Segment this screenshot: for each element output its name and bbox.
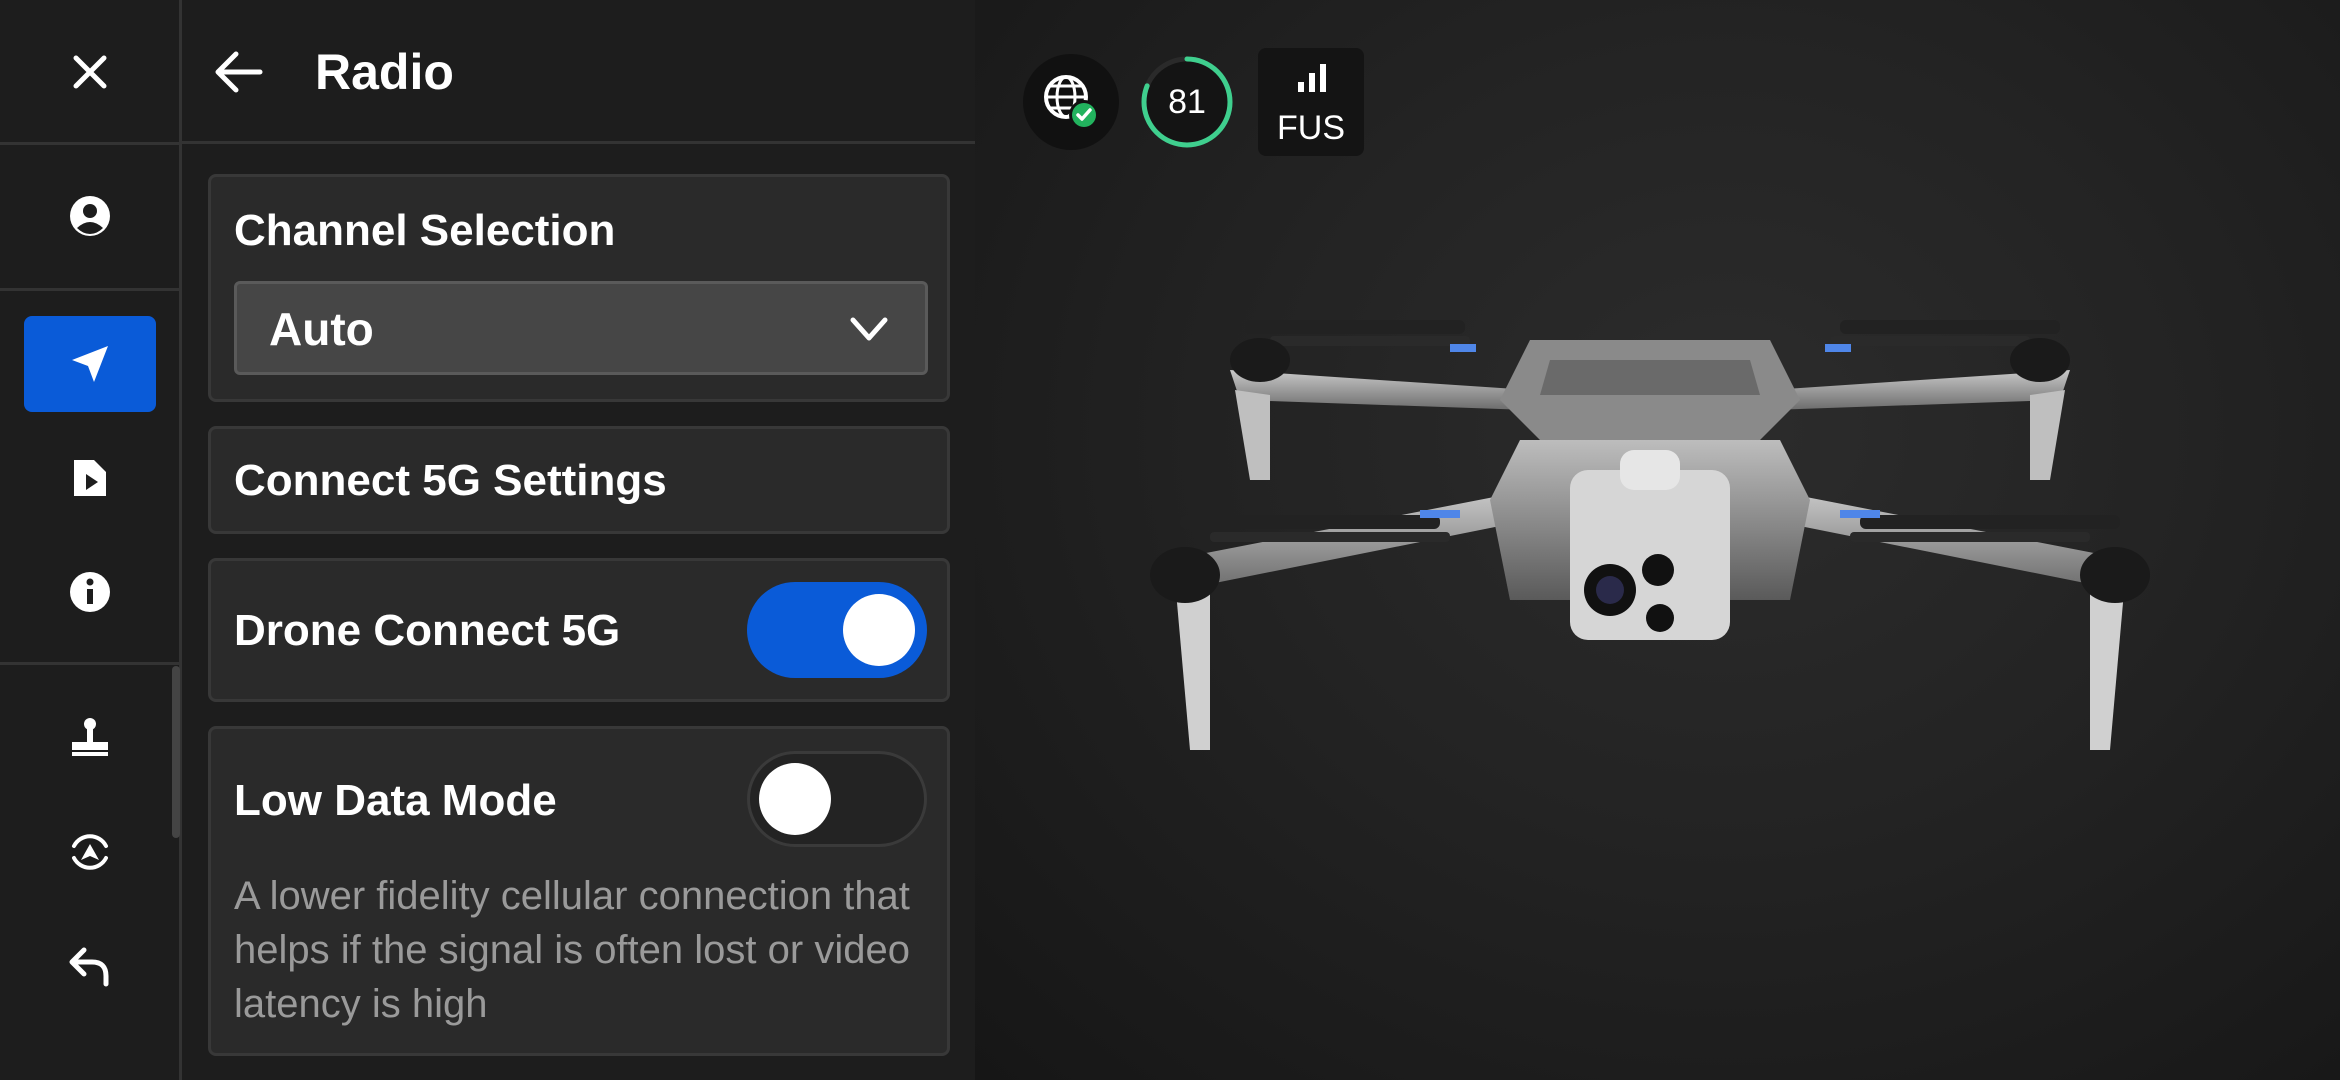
drone-orbit-icon <box>72 834 108 870</box>
close-icon <box>73 55 107 89</box>
signal-label: FUS <box>1277 109 1345 147</box>
signal-indicator[interactable]: FUS <box>1258 48 1364 156</box>
navigation-button[interactable] <box>24 316 156 412</box>
drone-connect-5g-label: Drone Connect 5G <box>234 606 621 655</box>
low-data-mode-card: Low Data Mode A lower fidelity cellular … <box>208 726 950 1056</box>
chevron-down-icon <box>850 317 888 341</box>
radio-settings-panel: Radio Channel Selection Auto Connect 5G … <box>182 0 975 1080</box>
drone-image <box>1150 320 2150 750</box>
low-data-mode-description: A lower fidelity cellular connection tha… <box>234 874 910 1026</box>
navigation-arrow-icon <box>72 346 108 382</box>
info-button[interactable] <box>24 544 156 640</box>
battery-indicator[interactable]: 81 <box>1139 54 1235 150</box>
rail-divider <box>0 288 179 291</box>
rail-scrollbar[interactable] <box>172 666 180 838</box>
drone-connect-5g-toggle[interactable] <box>747 582 927 678</box>
rail-divider <box>0 142 179 145</box>
connectivity-status[interactable] <box>1023 54 1119 150</box>
low-data-mode-toggle[interactable] <box>747 751 927 847</box>
connect-5g-settings-button[interactable]: Connect 5G Settings <box>208 426 950 534</box>
toggle-knob <box>843 594 915 666</box>
drone-connect-5g-card: Drone Connect 5G <box>208 558 950 702</box>
media-files-icon <box>74 460 106 496</box>
panel-header: Radio <box>182 0 975 144</box>
side-rail <box>0 0 182 1080</box>
rail-divider <box>0 662 179 665</box>
close-button[interactable] <box>24 24 156 120</box>
connect-5g-settings-label: Connect 5G Settings <box>234 456 667 505</box>
channel-selection-card: Channel Selection Auto <box>208 174 950 402</box>
low-data-mode-label: Low Data Mode <box>234 776 557 825</box>
info-icon <box>70 572 110 612</box>
orbit-button[interactable] <box>24 804 156 900</box>
channel-selection-dropdown[interactable]: Auto <box>234 281 928 375</box>
controller-button[interactable] <box>24 690 156 786</box>
battery-percentage: 81 <box>1168 82 1206 121</box>
media-button[interactable] <box>24 430 156 526</box>
account-button[interactable] <box>24 168 156 264</box>
back-button[interactable] <box>202 36 274 108</box>
channel-selection-value: Auto <box>269 303 374 355</box>
return-home-icon <box>69 947 109 987</box>
channel-selection-label: Channel Selection <box>234 206 616 255</box>
return-home-button[interactable] <box>24 918 156 1014</box>
globe-check-icon <box>1044 75 1099 130</box>
page-title: Radio <box>315 44 454 100</box>
joystick-icon <box>72 718 108 756</box>
toggle-knob <box>759 763 831 835</box>
signal-bars-icon <box>1298 64 1326 92</box>
back-arrow-icon <box>215 51 263 93</box>
account-icon <box>70 196 110 236</box>
